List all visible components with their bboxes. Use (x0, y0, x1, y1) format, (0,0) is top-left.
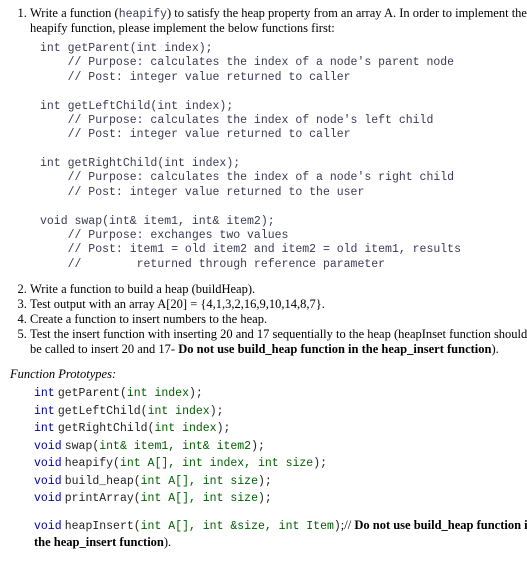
proto-paren-close: ); (258, 492, 272, 505)
proto-getRightChild: int getRightChild(int index); (34, 419, 527, 437)
question-list: Write a function (heapify) to satisfy th… (10, 6, 527, 357)
proto-paren-close: ); (189, 387, 203, 400)
proto-name: getRightChild (58, 422, 148, 435)
proto-name: getParent (58, 387, 120, 400)
proto-ret: void (34, 520, 62, 533)
proto-paren-open: ( (113, 457, 120, 470)
proto-name: getLeftChild (58, 405, 141, 418)
q5-text-bold: Do not use build_heap function in the he… (178, 342, 491, 356)
q1-fn-name: heapify (119, 8, 167, 21)
proto-name: heapify (65, 457, 113, 470)
proto-args: int A[], int size (141, 492, 258, 505)
proto-args: int index (127, 387, 189, 400)
proto-args: int index (154, 422, 216, 435)
q3-text: Test output with an array A[20] = {4,1,3… (30, 297, 325, 311)
proto-getLeftChild: int getLeftChild(int index); (34, 402, 527, 420)
proto-args: int A[], int &size, int Item (141, 520, 334, 533)
proto-printArray: void printArray(int A[], int size); (34, 489, 527, 507)
q1-text-a: Write a function ( (30, 6, 119, 20)
proto-heapInsert: void heapInsert(int A[], int &size, int … (34, 517, 527, 551)
proto-paren-close: ); (251, 440, 265, 453)
q2-text: Write a function to build a heap (buildH… (30, 282, 255, 296)
question-1: Write a function (heapify) to satisfy th… (30, 6, 527, 272)
proto-paren-close: ); (258, 475, 272, 488)
proto-name: build_heap (65, 475, 134, 488)
proto-swap: void swap(int& item1, int& item2); (34, 437, 527, 455)
proto-heapify: void heapify(int A[], int index, int siz… (34, 454, 527, 472)
proto-ret: void (34, 475, 62, 488)
proto-paren-open: ( (134, 492, 141, 505)
proto-paren-open: ( (134, 475, 141, 488)
proto-paren-close: ); (210, 405, 224, 418)
prototypes-heading: Function Prototypes: (10, 367, 527, 382)
proto-paren-open: ( (120, 387, 127, 400)
proto-ret: void (34, 440, 62, 453)
proto-ret: void (34, 492, 62, 505)
proto-name: swap (65, 440, 93, 453)
proto-ret: int (34, 422, 55, 435)
q5-text-c: ). (491, 342, 498, 356)
proto-args: int A[], int index, int size (120, 457, 313, 470)
proto-paren-open: ( (134, 520, 141, 533)
proto-args: int& item1, int& item2 (99, 440, 251, 453)
q4-text: Create a function to insert numbers to t… (30, 312, 267, 326)
proto-build_heap: void build_heap(int A[], int size); (34, 472, 527, 490)
proto-paren-close: ); (217, 422, 231, 435)
proto-args: int A[], int size (141, 475, 258, 488)
proto-ret: void (34, 457, 62, 470)
proto-ret: int (34, 387, 55, 400)
question-4: Create a function to insert numbers to t… (30, 312, 527, 327)
proto-after-a: ;// (341, 518, 355, 532)
question-2: Write a function to build a heap (buildH… (30, 282, 527, 297)
proto-getParent: int getParent(int index); (34, 384, 527, 402)
proto-paren-close: ); (313, 457, 327, 470)
q1-code-block: int getParent(int index); // Purpose: ca… (40, 42, 527, 272)
proto-name: printArray (65, 492, 134, 505)
question-5: Test the insert function with inserting … (30, 327, 527, 357)
proto-after-c: ). (164, 535, 171, 549)
question-3: Test output with an array A[20] = {4,1,3… (30, 297, 527, 312)
proto-args: int index (148, 405, 210, 418)
proto-paren-open: ( (141, 405, 148, 418)
proto-ret: int (34, 405, 55, 418)
proto-paren-close: ) (334, 520, 341, 533)
proto-name: heapInsert (65, 520, 134, 533)
